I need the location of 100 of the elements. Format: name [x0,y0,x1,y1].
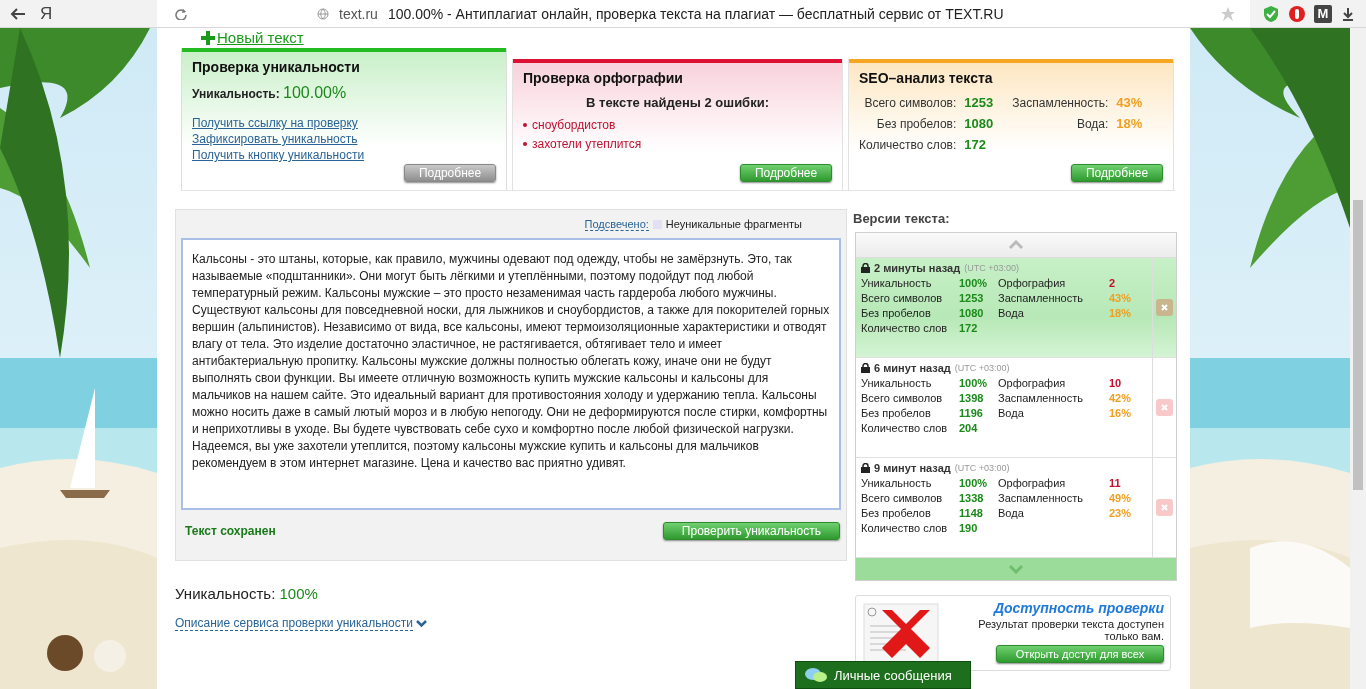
stat-label: Всего символов: [863,96,957,110]
version-time: 2 минуты назад [874,262,961,274]
stat-value: 190 [959,522,979,534]
stat-value: 23% [1109,507,1133,519]
bullet-icon [523,142,527,146]
panel-title: SEO–анализ текста [859,70,994,86]
stat-value: 100% [959,477,989,489]
stat-label: Всего символов [861,392,944,404]
stat-label: Количество слов [861,422,949,434]
check-panel[interactable]: Проверка орфографии В тексте найдены 2 ошибки: сноубордистов захотели утеплится Подробнее [512,59,843,190]
chevron-up-icon [1008,240,1024,250]
stat-label: Без пробелов [861,307,932,319]
chevron-down-icon [416,619,427,628]
messages-button[interactable]: Личные сообщения [795,661,971,689]
highlight-link[interactable]: Подсвечено: [584,217,649,231]
stat-label: Без пробелов [861,507,932,519]
lock-icon [861,463,870,473]
panel-title: Проверка уникальности [192,59,361,75]
extension-icon[interactable]: M [1314,4,1332,23]
delete-button[interactable] [1156,399,1173,416]
spelling-error: сноубордистов [532,118,616,132]
description-link[interactable]: Описание сервиса проверки уникальности [175,616,413,631]
stat-label: Заспамленность [998,392,1084,404]
stat-label: Вода [998,507,1025,519]
stat-value: 10 [1109,377,1123,389]
panel-link[interactable]: Зафиксировать уникальность [192,132,358,146]
new-text-link[interactable]: Новый текст [217,29,304,47]
version-item[interactable]: 9 минут назад (UTC +03:00) Уникальность 100% Орфография 11 Всего символов 1338 Заспамленность 49% Без пробелов 1148 Вода 23% Количество слов 190 [856,458,1176,558]
version-timezone: (UTC +03:00) [954,463,1010,473]
chat-icon [804,666,828,684]
uniqueness-value: 100.00% [283,84,347,101]
access-text: Результат проверки текста доступен только вам. [977,618,1164,642]
download-icon [1340,5,1356,22]
panel-link[interactable]: Получить ссылку на проверку [192,116,358,130]
globe-icon [317,7,329,20]
stat-value: 42% [1109,392,1133,404]
check-panel[interactable]: Проверка уникальности Уникальность: 100.00% Получить ссылку на проверку Зафиксировать уникальность Получить кнопку уникальности Подробнее [181,48,507,190]
stat-label: Уникальность [861,477,933,489]
delete-button[interactable] [1156,299,1173,316]
text-field[interactable]: Кальсоны - это штаны, которые, как правило, мужчины одевают под одежду, чтобы не замёрзнуть. Это, так называемые «подштанники». Они могут быть лёгкими и утеплёнными, поэтому подойдут под любой температурный режим. Кальсоны мужские – это просто незаменимая часть гардероба любого мужчины. Существуют кальсоны для повседневной носки, для лыжников и сноубордистов, а также для покорителей горных вершин (альпинистов). Независимо от вида, все кальсоны, имеют термоизоляционные характеристики и отводят влагу от тела. Это изделие достаточно эластичное, не растягивается, обтягивает тело и имеет антибактериальную пропитку. Кальсоны мужские должны полностью облегать кожу, иначе они не будут выполнять свои функции. Вы имеете отличную возможность купить мужские кальсоны и кальсоны для мальчиков на нашем сайте. Это идеальный вариант для противостояния холоду и удержанию тепла. Кальсоны можно носить даже в самый лютый мороз и в любую непогоду. Они не деформируются после стирки, комфортны и неприхотливы в уходе. Вы будете чувствовать себе сухо и комфортно после любой физической нагрузки. Надеемся, вы уже захотели утеплится, поэтому кальсоны мужские купить и кальсоны для мальчиков рекомендуем в этом интернет магазине. Цена и качество вас приятно удивят. [181,238,841,510]
stat-value: 204 [959,422,979,434]
reload-icon [175,7,187,20]
lock-icon [861,363,870,373]
legend-label: Неуникальные фрагменты [665,218,802,230]
stat-value: 172 [959,322,979,334]
stat-label: Орфография [998,277,1067,289]
version-timezone: (UTC +03:00) [964,263,1019,273]
uniqueness-label: Уникальность: [192,87,281,101]
star-icon [1220,5,1236,22]
version-item[interactable]: 6 минут назад (UTC +03:00) Уникальность 100% Орфография 10 Всего символов 1398 Заспамленность 42% Без пробелов 1196 Вода 16% Количество слов 204 [856,358,1176,458]
stat-label: Вода: [1075,117,1109,131]
stat-label: Вода [998,307,1025,319]
stat-value: 100% [959,377,989,389]
chevron-down-icon [1008,564,1024,574]
access-title: Доступность проверки [993,600,1164,616]
close-icon [1161,304,1168,311]
stat-label: Заспамленность [998,292,1084,304]
stat-value: 1080 [964,116,995,131]
plus-icon [201,31,215,45]
bullet-icon [523,123,527,127]
stat-value: 172 [964,137,987,152]
stat-label: Уникальность [861,377,933,389]
stat-value: 1398 [959,392,985,404]
stat-label: Всего символов [861,492,944,504]
stat-label: Уникальность [861,277,933,289]
close-icon [1161,504,1168,511]
check-panel[interactable]: SEO–анализ текста Всего символов: 1253 Заспамленность: 43% Без пробелов: 1080 Вода: 18% Количество слов: 172 Подробнее [848,59,1174,190]
stop-icon [1288,4,1306,23]
error-summary: В тексте найдены 2 ошибки: [585,95,770,110]
page-title: 100.00% - Антиплагиат онлайн, проверка текста на плагиат — бесплатный сервис от TEXT.RU [387,5,1004,22]
uniqueness-label: Уникальность: [175,585,277,602]
stat-label: Количество слов [861,522,949,534]
stat-value: 1196 [959,407,984,419]
stat-value: 43% [1116,95,1144,110]
browser-logo: Я [40,3,53,24]
stat-label: Заспамленность [998,492,1084,504]
stat-value: 11 [1109,477,1122,489]
stat-value: 1080 [959,307,985,319]
stat-value: 43% [1109,292,1133,304]
panel-link[interactable]: Получить кнопку уникальности [192,148,365,162]
stat-value: 18% [1109,307,1133,319]
stat-value: 1148 [959,507,984,519]
stat-label: Без пробелов: [875,117,957,131]
stat-value: 18% [1116,116,1144,131]
stat-label: Количество слов: [859,138,957,152]
stat-value: 100% [959,277,989,289]
stat-label: Вода [998,407,1025,419]
version-timezone: (UTC +03:00) [954,363,1010,373]
version-time: 6 минут назад [874,362,951,374]
scrollbar-thumb[interactable] [1353,200,1363,490]
stat-value: 1253 [964,95,995,110]
stat-value: 16% [1109,407,1133,419]
close-icon [1161,404,1168,411]
delete-button[interactable] [1156,499,1173,516]
uniqueness-value: 100% [279,585,318,602]
spelling-error: захотели утеплится [532,137,642,151]
panel-title: Проверка орфографии [523,70,684,86]
version-item[interactable]: 2 минуты назад (UTC +03:00) Уникальность 100% Орфография 2 Всего символов 1253 Заспамленность 43% Без пробелов 1080 Вода 18% Количество слов 172 [856,258,1176,358]
lock-icon [861,263,870,273]
address-url[interactable]: text.ru [339,5,378,22]
